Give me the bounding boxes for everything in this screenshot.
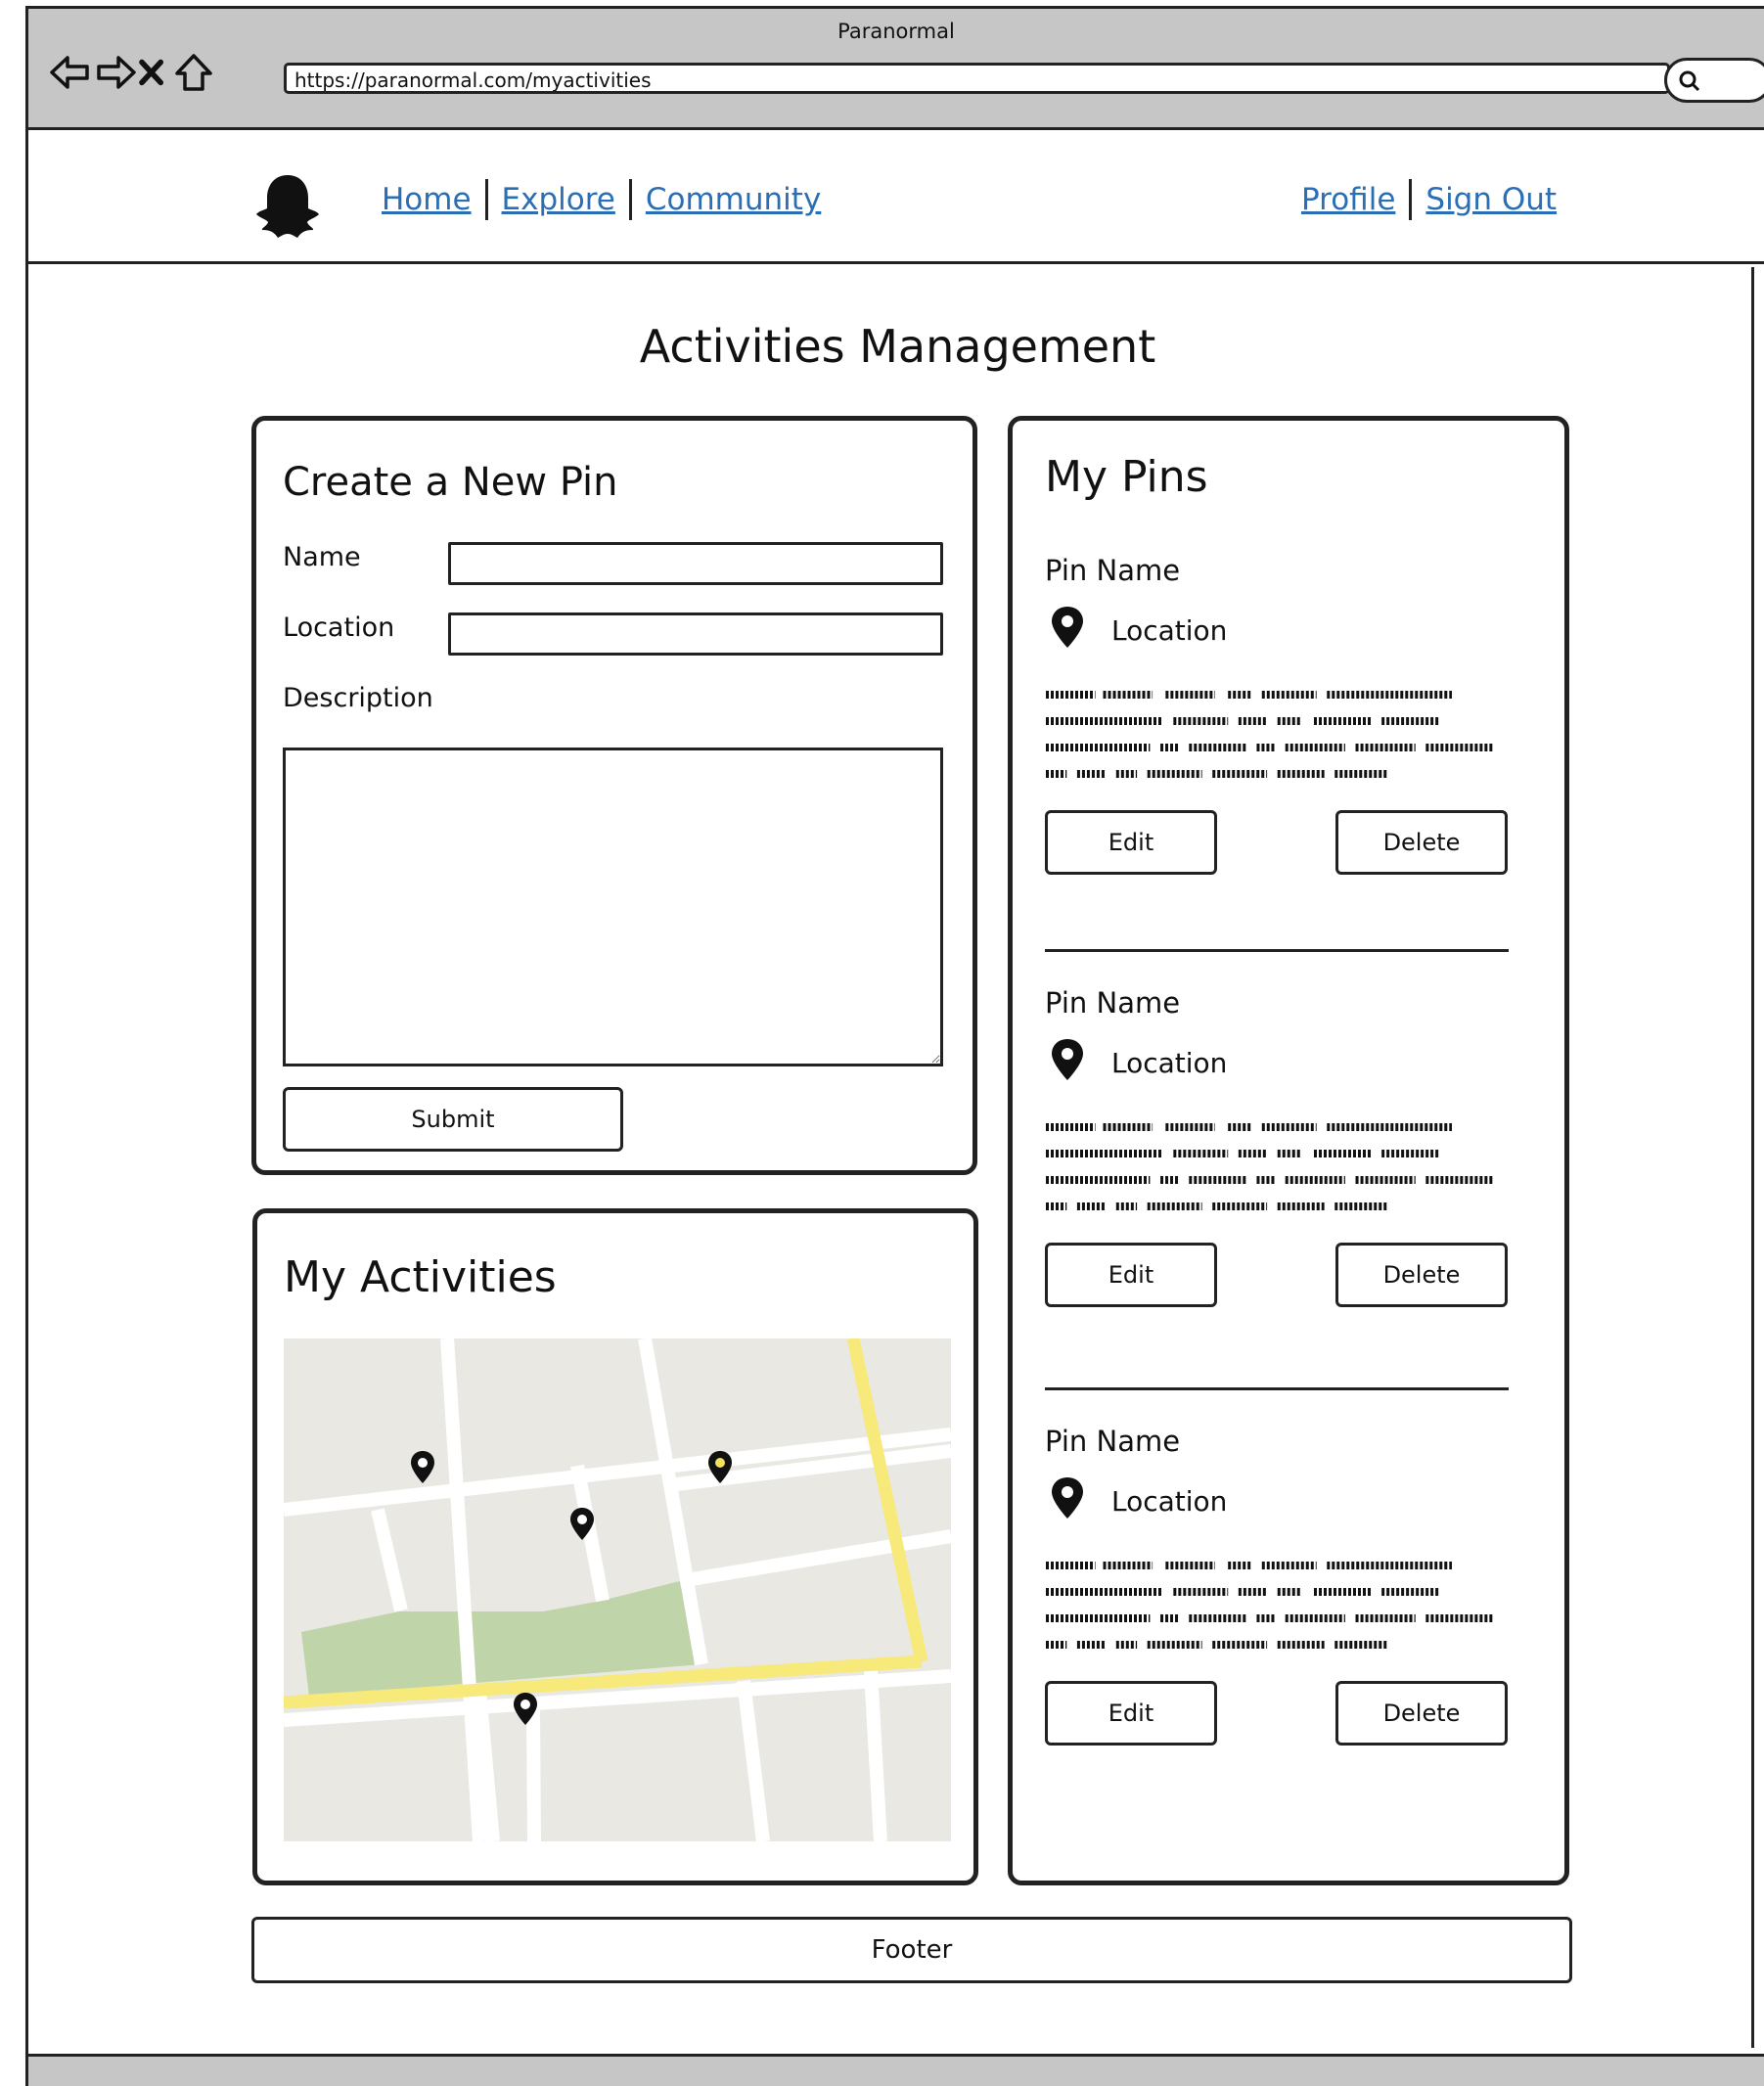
delete-pin-button[interactable]: Delete (1335, 1243, 1508, 1307)
main-nav: Home Explore Community (382, 179, 821, 220)
pin-name: Pin Name (1045, 986, 1181, 1020)
placeholder-text-scribble (1046, 1123, 1494, 1210)
browser-search-button[interactable] (1664, 58, 1764, 103)
window-title: Paranormal (837, 20, 955, 43)
pin-list-item: Pin Name Location Edit Delete (1013, 554, 1564, 984)
map-pin-icon (1052, 1039, 1083, 1080)
create-pin-panel: Create a New Pin Name Location Descripti… (251, 416, 977, 1175)
map-pin-icon (1052, 1477, 1083, 1519)
nav-link-community[interactable]: Community (646, 182, 821, 217)
nav-separator (628, 179, 632, 220)
account-nav: Profile Sign Out (1301, 179, 1557, 220)
back-arrow-icon[interactable] (46, 48, 95, 97)
edit-pin-button[interactable]: Edit (1045, 1681, 1217, 1746)
my-activities-panel: My Activities (252, 1208, 978, 1885)
nav-link-sign-out[interactable]: Sign Out (1425, 182, 1557, 217)
pin-location: Location (1111, 614, 1228, 647)
page-footer: Footer (251, 1917, 1572, 1983)
name-label: Name (283, 542, 361, 572)
address-bar[interactable]: https://paranormal.com/myactivities (284, 63, 1670, 94)
pin-name: Pin Name (1045, 1425, 1181, 1458)
page-title: Activities Management (639, 320, 1156, 373)
pin-location: Location (1111, 1485, 1228, 1518)
pin-divider (1045, 1387, 1509, 1390)
name-input[interactable] (448, 542, 943, 585)
close-x-icon[interactable] (134, 48, 173, 97)
nav-separator (484, 179, 488, 220)
browser-window: Paranormal https://paranormal.com/myacti… (25, 6, 1764, 2086)
map-graphic (284, 1338, 951, 1841)
edit-pin-button[interactable]: Edit (1045, 810, 1217, 875)
nav-separator (1409, 179, 1413, 220)
forward-arrow-icon[interactable] (91, 48, 140, 97)
my-pins-panel: My Pins Pin Name Location Edit Delete Pi… (1008, 416, 1569, 1885)
scrollbar-edge (1751, 267, 1754, 2048)
browser-status-bar (28, 2054, 1764, 2086)
description-label: Description (283, 683, 433, 713)
my-activities-heading: My Activities (284, 1252, 557, 1302)
browser-chrome: Paranormal https://paranormal.com/myacti… (28, 9, 1764, 130)
ghost-logo-icon[interactable] (250, 169, 325, 244)
submit-button[interactable]: Submit (283, 1087, 623, 1152)
nav-link-home[interactable]: Home (382, 182, 472, 217)
map-pin-icon (1052, 607, 1083, 648)
pin-name: Pin Name (1045, 554, 1181, 587)
description-textarea[interactable] (283, 748, 943, 1066)
edit-pin-button[interactable]: Edit (1045, 1243, 1217, 1307)
pin-divider (1045, 949, 1509, 952)
placeholder-text-scribble (1046, 1562, 1494, 1649)
pin-location: Location (1111, 1047, 1228, 1079)
my-pins-heading: My Pins (1045, 452, 1208, 502)
pin-list-item: Pin Name Location Edit Delete (1013, 1425, 1564, 1855)
location-input[interactable] (448, 612, 943, 656)
pin-list-item: Pin Name Location Edit Delete (1013, 986, 1564, 1417)
delete-pin-button[interactable]: Delete (1335, 810, 1508, 875)
create-pin-heading: Create a New Pin (283, 460, 618, 505)
activities-map[interactable] (284, 1338, 951, 1841)
placeholder-text-scribble (1046, 691, 1494, 778)
search-icon (1679, 70, 1700, 92)
home-icon[interactable] (169, 48, 218, 97)
nav-link-explore[interactable]: Explore (502, 182, 615, 217)
delete-pin-button[interactable]: Delete (1335, 1681, 1508, 1746)
nav-link-profile[interactable]: Profile (1301, 182, 1395, 217)
site-header: Home Explore Community Profile Sign Out (28, 130, 1764, 264)
location-label: Location (283, 612, 395, 643)
